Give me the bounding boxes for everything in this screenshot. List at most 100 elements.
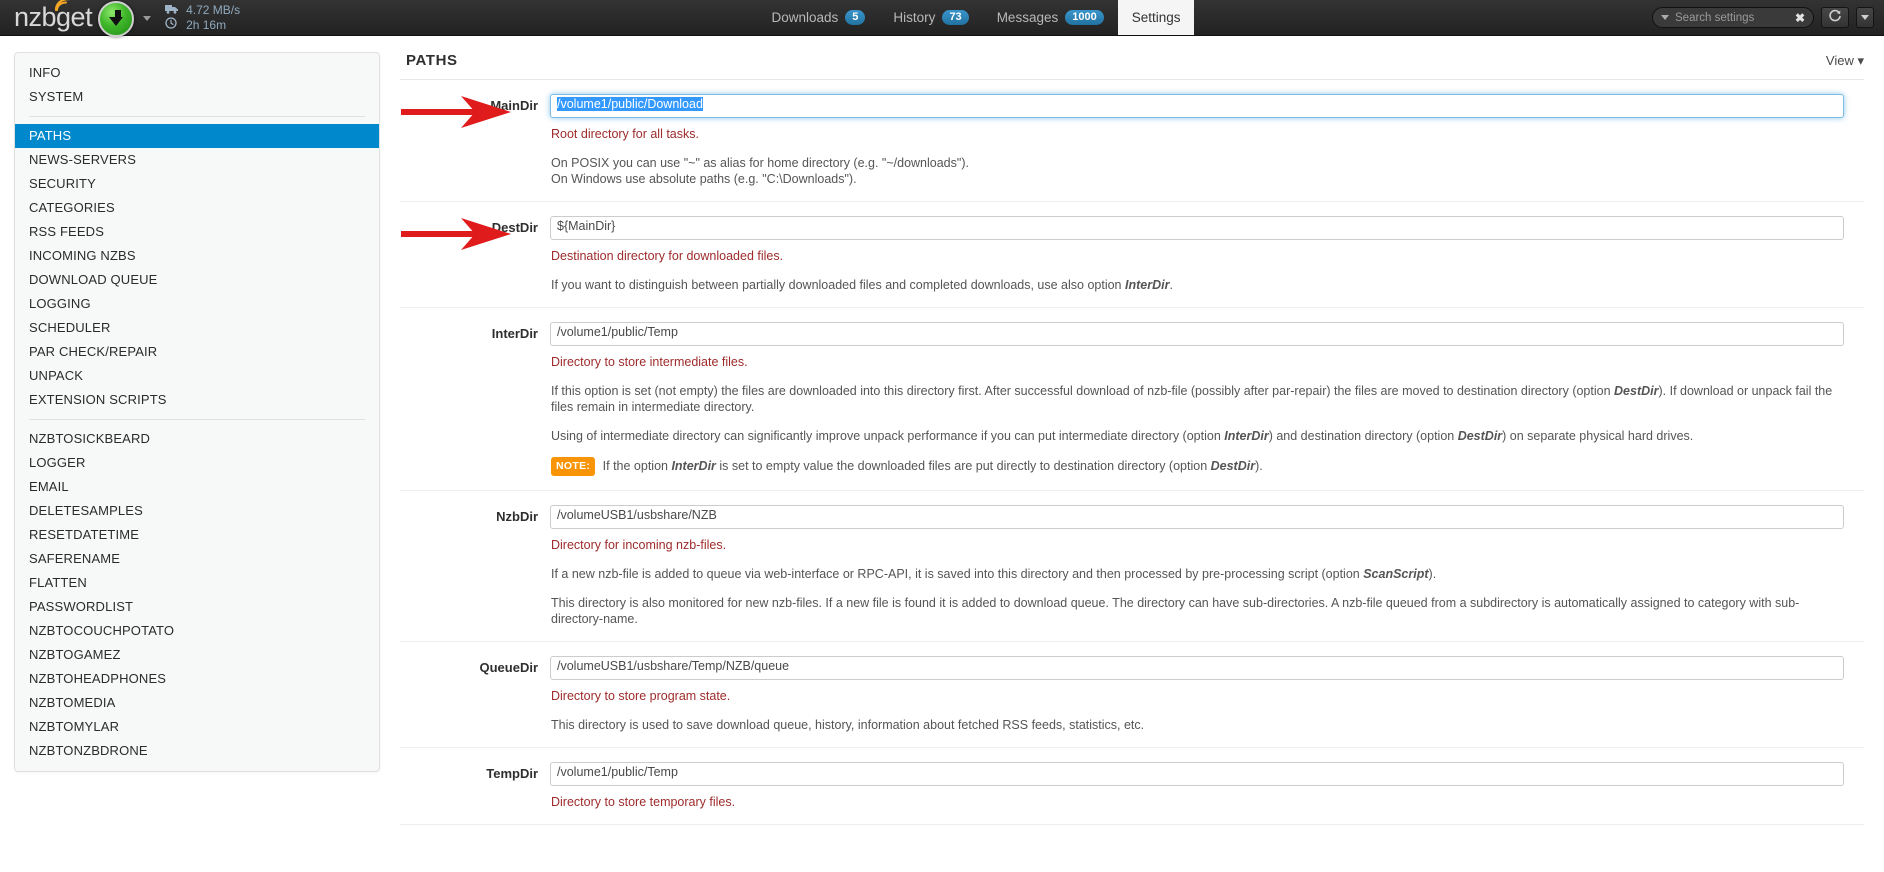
nav-right: Search settings ✖: [1652, 0, 1884, 35]
option-body: /volume1/public/Temp Directory to store t…: [550, 762, 1864, 810]
tab-messages[interactable]: Messages 1000: [983, 0, 1118, 35]
tab-settings[interactable]: Settings: [1117, 0, 1195, 35]
tab-badge: 73: [942, 10, 969, 25]
sidebar-item-security[interactable]: SECURITY: [15, 172, 379, 196]
sidebar-item-news-servers[interactable]: NEWS-SERVERS: [15, 148, 379, 172]
refresh-icon: [1828, 9, 1842, 26]
sidebar-item-paths[interactable]: PATHS: [15, 124, 379, 148]
settings-sidebar: INFO SYSTEM PATHS NEWS-SERVERS SECURITY CATEG…: [14, 52, 380, 772]
option-label: TempDir: [486, 766, 538, 781]
sidebar-item-nzbtosickbeard[interactable]: NZBTOSICKBEARD: [15, 427, 379, 451]
sidebar-item-scheduler[interactable]: SCHEDULER: [15, 316, 379, 340]
sidebar-item-passwordlist[interactable]: PASSWORDLIST: [15, 595, 379, 619]
sidebar-item-nzbtomedia[interactable]: NZBTOMEDIA: [15, 691, 379, 715]
input-interdir[interactable]: /volume1/public/Temp: [550, 322, 1844, 346]
tab-downloads[interactable]: Downloads 5: [758, 0, 880, 35]
option-row-maindir: MainDir/volume1/public/Download Root dire…: [400, 80, 1864, 202]
brand-area: nzbget 4.72 MB/s 2h 16m: [0, 0, 300, 37]
transfer-stats: 4.72 MB/s 2h 16m: [165, 3, 240, 32]
tab-label: History: [893, 10, 936, 25]
sidebar-item-extension-scripts[interactable]: EXTENSION SCRIPTS: [15, 388, 379, 412]
tab-label: Settings: [1131, 10, 1181, 25]
settings-content: PATHS View ▾ MainDir/volume1/public/Down…: [396, 36, 1884, 872]
tab-badge: 1000: [1065, 10, 1104, 25]
view-label: View: [1825, 53, 1854, 68]
sidebar-item-nzbtonzbdrone[interactable]: NZBTONZBDRONE: [15, 739, 379, 763]
option-body: /volume1/public/Temp Directory to store i…: [550, 322, 1864, 476]
option-body: /volume1/public/Download Root directory f…: [550, 94, 1864, 187]
chevron-down-icon: ▾: [1857, 53, 1864, 68]
search-input[interactable]: Search settings: [1675, 12, 1789, 24]
sidebar-item-rss-feeds[interactable]: RSS FEEDS: [15, 220, 379, 244]
option-note: Using of intermediate directory can sign…: [551, 429, 1694, 443]
option-note: NOTE: If the option InterDir is set to e…: [551, 457, 1844, 476]
options-list: MainDir/volume1/public/Download Root dire…: [400, 80, 1864, 825]
input-tempdir[interactable]: /volume1/public/Temp: [550, 762, 1844, 786]
sidebar-divider: [29, 419, 365, 420]
refresh-button[interactable]: [1821, 7, 1849, 28]
download-circle-icon[interactable]: [98, 0, 135, 37]
sidebar-item-nzbtoheadphones[interactable]: NZBTOHEADPHONES: [15, 667, 379, 691]
option-row-tempdir: TempDir/volume1/public/Temp Directory to …: [400, 748, 1864, 825]
tab-history[interactable]: History 73: [879, 0, 982, 35]
option-label: InterDir: [491, 326, 538, 341]
option-description: Directory to store intermediate files.: [551, 355, 748, 369]
truck-icon: [165, 3, 180, 17]
tab-label: Messages: [996, 10, 1059, 25]
option-note: If you want to distinguish between parti…: [551, 278, 1173, 292]
sidebar-item-incoming-nzbs[interactable]: INCOMING NZBS: [15, 244, 379, 268]
page-body: INFO SYSTEM PATHS NEWS-SERVERS SECURITY CATEG…: [0, 36, 1884, 872]
option-row-interdir: InterDir/volume1/public/Temp Directory to…: [400, 308, 1864, 491]
option-note: This directory is used to save download …: [551, 718, 1145, 732]
sidebar-item-par-check-repair[interactable]: PAR CHECK/REPAIR: [15, 340, 379, 364]
sidebar-wrap: INFO SYSTEM PATHS NEWS-SERVERS SECURITY CATEG…: [0, 36, 396, 872]
sidebar-item-nzbtomylar[interactable]: NZBTOMYLAR: [15, 715, 379, 739]
input-queuedir[interactable]: /volumeUSB1/usbshare/Temp/NZB/queue: [550, 656, 1844, 680]
option-description: Directory for incoming nzb-files.: [551, 538, 727, 552]
time-remaining: 2h 16m: [186, 17, 227, 32]
chevron-down-icon: [1861, 15, 1869, 20]
nav-tabs: Downloads 5 History 73 Messages 1000 Settings: [758, 0, 1195, 35]
option-label: DestDir: [491, 220, 538, 235]
sidebar-item-email[interactable]: EMAIL: [15, 475, 379, 499]
option-note: On POSIX you can use "~" as alias for ho…: [551, 156, 969, 186]
view-menu[interactable]: View ▾: [1826, 53, 1864, 69]
option-note: If this option is set (not empty) the fi…: [551, 384, 1833, 414]
wifi-icon: [54, 0, 73, 12]
sidebar-item-resetdatetime[interactable]: RESETDATETIME: [15, 523, 379, 547]
option-label: QueueDir: [479, 660, 538, 675]
sidebar-item-nzbtogamez[interactable]: NZBTOGAMEZ: [15, 643, 379, 667]
sidebar-item-saferename[interactable]: SAFERENAME: [15, 547, 379, 571]
input-maindir[interactable]: /volume1/public/Download: [550, 94, 1844, 118]
refresh-dropdown-button[interactable]: [1856, 7, 1874, 28]
chevron-down-icon[interactable]: [1661, 15, 1669, 20]
sidebar-item-info[interactable]: INFO: [15, 61, 379, 85]
option-body: ${MainDir} Destination directory for down…: [550, 216, 1864, 293]
close-icon[interactable]: ✖: [1795, 11, 1805, 25]
page-title: PATHS: [406, 52, 458, 69]
speed-row: 4.72 MB/s: [165, 3, 240, 17]
sidebar-item-unpack[interactable]: UNPACK: [15, 364, 379, 388]
sidebar-item-system[interactable]: SYSTEM: [15, 85, 379, 109]
app-logo-text: nzbget: [14, 2, 93, 32]
input-destdir[interactable]: ${MainDir}: [550, 216, 1844, 240]
sidebar-item-logger[interactable]: LOGGER: [15, 451, 379, 475]
option-description: Directory to store temporary files.: [551, 795, 736, 809]
sidebar-item-categories[interactable]: CATEGORIES: [15, 196, 379, 220]
chevron-down-icon[interactable]: [143, 16, 152, 21]
app-logo[interactable]: nzbget: [14, 0, 93, 32]
option-body: /volumeUSB1/usbshare/Temp/NZB/queue Direc…: [550, 656, 1864, 733]
nav-center: Downloads 5 History 73 Messages 1000 Settings: [300, 0, 1652, 35]
time-row: 2h 16m: [165, 17, 240, 32]
sidebar-item-flatten[interactable]: FLATTEN: [15, 571, 379, 595]
option-label: MainDir: [490, 98, 538, 113]
sidebar-item-nzbtocouchpotato[interactable]: NZBTOCOUCHPOTATO: [15, 619, 379, 643]
option-description: Destination directory for downloaded fil…: [551, 249, 784, 263]
input-nzbdir[interactable]: /volumeUSB1/usbshare/NZB: [550, 505, 1844, 529]
clock-icon: [165, 17, 180, 32]
option-note: This directory is also monitored for new…: [551, 596, 1800, 626]
sidebar-item-logging[interactable]: LOGGING: [15, 292, 379, 316]
search-settings-box[interactable]: Search settings ✖: [1652, 7, 1814, 28]
sidebar-item-deletesamples[interactable]: DELETESAMPLES: [15, 499, 379, 523]
sidebar-item-download-queue[interactable]: DOWNLOAD QUEUE: [15, 268, 379, 292]
